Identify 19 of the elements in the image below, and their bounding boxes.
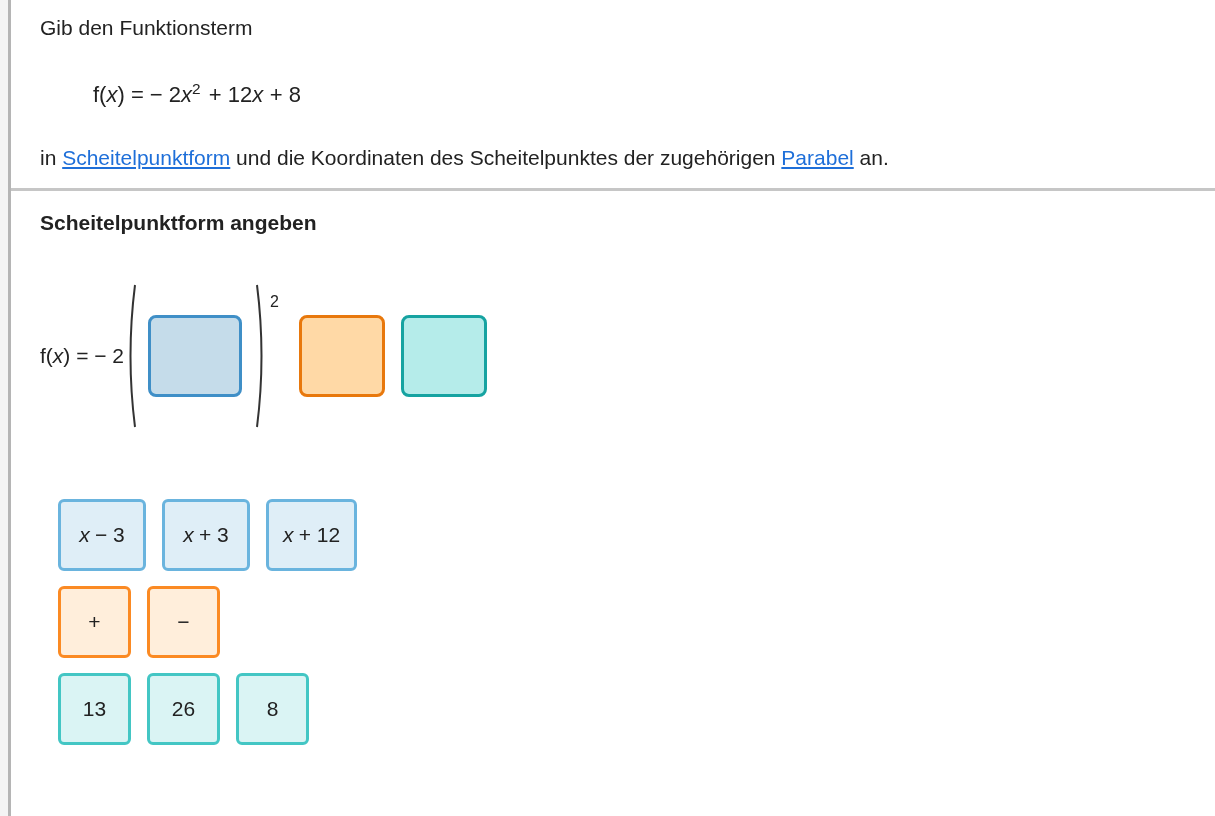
equation-prefix: f(x) = − 2 — [40, 344, 125, 369]
instruction-text: Gib den Funktionsterm — [40, 16, 254, 40]
answer-tile[interactable]: x − 3 — [58, 499, 146, 572]
instruction-text: in Scheitelpunktform und die Koordinaten des Scheitelpunktes der zugehörigen Parabel an. — [40, 146, 890, 171]
glossary-link[interactable]: Scheitelpunktform — [62, 146, 231, 170]
answer-tile[interactable]: x + 12 — [266, 499, 358, 572]
answer-box[interactable] — [298, 315, 385, 398]
answer-tile[interactable]: − — [147, 586, 220, 659]
answer-box[interactable] — [400, 315, 487, 398]
answer-tile[interactable]: 26 — [147, 673, 220, 746]
answer-tile[interactable]: + — [58, 586, 131, 659]
section-heading: Scheitelpunktform angeben — [40, 211, 318, 236]
glossary-link[interactable]: Parabel — [781, 146, 854, 170]
answer-tile[interactable]: x + 3 — [162, 499, 250, 572]
function-formula: f(x) = − 2x$^{2}$ + 12x + 8 — [93, 80, 302, 109]
answer-box[interactable] — [148, 315, 243, 398]
answer-tile[interactable]: 8 — [236, 673, 309, 746]
answer-tile[interactable]: 13 — [58, 673, 131, 746]
exponent: 2 — [270, 293, 279, 312]
